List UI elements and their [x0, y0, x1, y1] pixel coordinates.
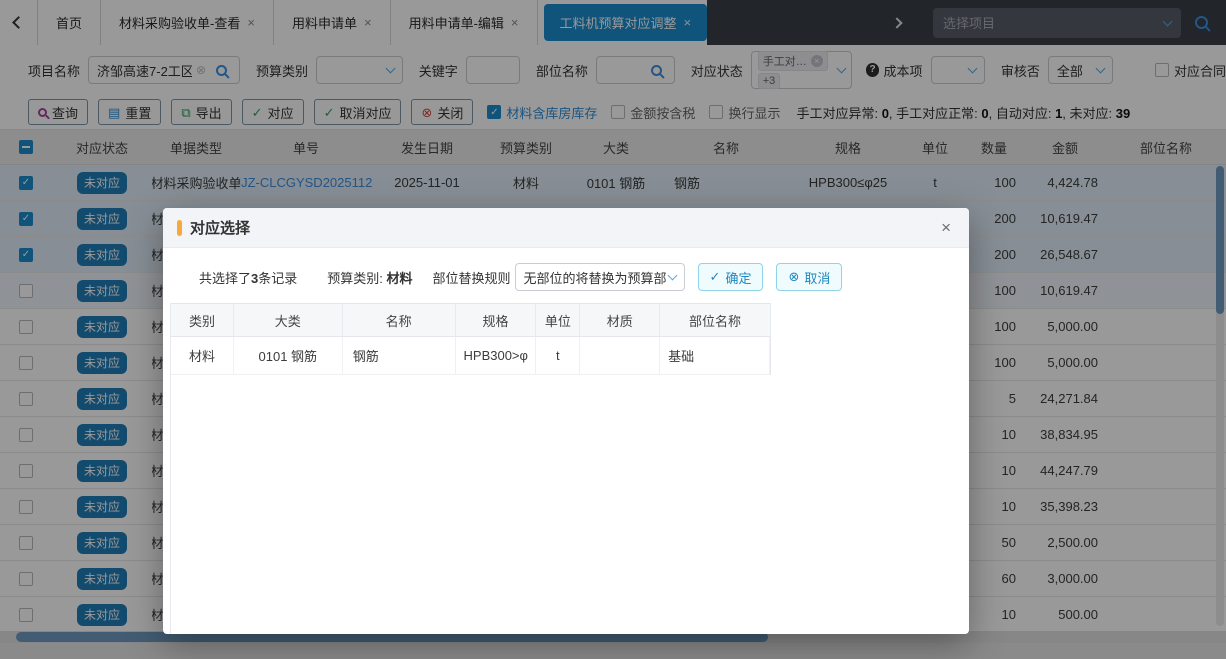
dialog-cell: 钢筋 — [343, 337, 456, 375]
budget-type-value: 材料 — [387, 271, 413, 286]
dialog-header-cell: 名称 — [343, 304, 456, 336]
dialog-header: 对应选择 × — [163, 208, 969, 248]
rule-select-value: 无部位的将替换为预算部 — [524, 268, 667, 287]
dialog-cell: t — [536, 337, 580, 375]
dialog-controls: 共选择了3条记录 预算类别: 材料 部位替换规则 无部位的将替换为预算部 ✓确定… — [199, 263, 969, 291]
dialog-cell: 基础 — [660, 337, 770, 375]
rule-label: 部位替换规则 — [433, 268, 511, 287]
dialog-close-icon[interactable]: × — [937, 218, 955, 238]
app-screen: 首页材料采购验收单-查看×用料申请单×用料申请单-编辑×工料机预算对应调整× 选… — [0, 0, 1226, 659]
dialog-table: 类别大类名称规格单位材质部位名称材料0101 钢筋钢筋HPB300>φt基础 — [171, 303, 771, 375]
dialog-table-header: 类别大类名称规格单位材质部位名称 — [171, 304, 770, 337]
dialog-table-wrap: 类别大类名称规格单位材质部位名称材料0101 钢筋钢筋HPB300>φt基础 — [170, 303, 910, 634]
dialog-header-cell: 规格 — [456, 304, 537, 336]
dialog-cell: HPB300>φ — [456, 337, 537, 375]
circle-close-icon: ⊗ — [788, 269, 799, 285]
dialog-cell: 0101 钢筋 — [234, 337, 343, 375]
dialog-header-cell: 大类 — [234, 304, 343, 336]
dialog-header-cell: 材质 — [580, 304, 660, 336]
dialog-cell: 材料 — [171, 337, 234, 375]
mapping-selection-dialog: 对应选择 × 共选择了3条记录 预算类别: 材料 部位替换规则 无部位的将替换为… — [163, 208, 969, 634]
cancel-button[interactable]: ⊗取消 — [776, 263, 842, 291]
rule-select[interactable]: 无部位的将替换为预算部 — [515, 263, 685, 291]
dialog-header-cell: 类别 — [171, 304, 234, 336]
title-accent-bar-icon — [177, 220, 182, 236]
dialog-title: 对应选择 — [190, 217, 937, 238]
chevron-down-icon — [667, 271, 677, 281]
selected-count-text: 共选择了3条记录 — [199, 268, 297, 287]
confirm-button[interactable]: ✓确定 — [698, 263, 764, 291]
budget-type-text: 预算类别: 材料 — [327, 268, 412, 287]
check-icon: ✓ — [710, 269, 721, 285]
dialog-header-cell: 单位 — [536, 304, 580, 336]
dialog-table-row[interactable]: 材料0101 钢筋钢筋HPB300>φt 基础 — [171, 337, 770, 375]
dialog-cell — [580, 337, 660, 375]
dialog-header-cell: 部位名称 — [660, 304, 770, 336]
